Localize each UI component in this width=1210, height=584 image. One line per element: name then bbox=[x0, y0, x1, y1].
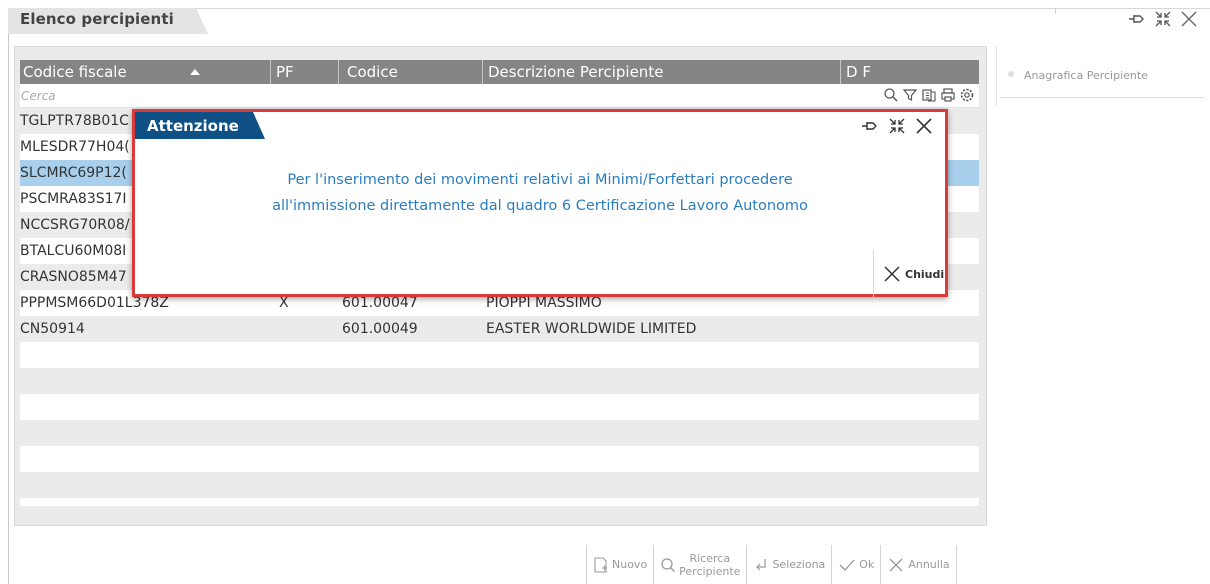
close-icon[interactable] bbox=[1180, 10, 1198, 28]
ricerca-percipiente-button[interactable]: Ricerca Percipiente bbox=[653, 545, 747, 584]
dialog-controls bbox=[861, 117, 933, 139]
ricerca-label-line2: Percipiente bbox=[679, 564, 741, 578]
ricerca-label-line1: Ricerca bbox=[689, 551, 731, 565]
sort-ascending-icon[interactable] bbox=[190, 69, 200, 75]
cell-codice-fiscale: SLCMRC69P12( bbox=[20, 165, 127, 181]
nuovo-label: Nuovo bbox=[612, 558, 648, 571]
cell-codice: 601.00047 bbox=[342, 295, 418, 311]
cell-codice: 601.00049 bbox=[342, 321, 418, 337]
cell-codice-fiscale: PSCMRA83S17I bbox=[20, 191, 127, 207]
column-separator[interactable] bbox=[338, 60, 339, 84]
dialog-message-line1: Per l'inserimento dei movimenti relativi… bbox=[287, 172, 793, 188]
cell-codice-fiscale: PPPMSM66D01L378Z bbox=[20, 295, 169, 311]
search-icon[interactable] bbox=[883, 87, 899, 103]
cell-descrizione: EASTER WORLDWIDE LIMITED bbox=[486, 321, 697, 337]
chiudi-label: Chiudi bbox=[905, 267, 945, 281]
annulla-label: Annulla bbox=[908, 558, 950, 571]
cell-descrizione: PIOPPI MASSIMO bbox=[486, 295, 602, 311]
attenzione-dialog: Attenzione Per l'inserimento dei movimen… bbox=[132, 109, 948, 297]
close-icon bbox=[884, 266, 900, 282]
cell-codice-fiscale: TGLPTR78B01C bbox=[20, 113, 129, 129]
ok-button[interactable]: Ok bbox=[831, 545, 881, 584]
empty-row bbox=[20, 420, 979, 446]
dialog-button-area: Chiudi bbox=[873, 250, 945, 297]
side-panel-border bbox=[996, 46, 997, 106]
filter-row bbox=[20, 84, 979, 108]
bottom-toolbar: Nuovo Ricerca Percipiente Seleziona Ok A… bbox=[586, 545, 957, 584]
empty-row bbox=[20, 472, 979, 498]
collapse-icon[interactable] bbox=[888, 117, 906, 139]
enter-icon bbox=[756, 558, 767, 570]
window-controls bbox=[1128, 10, 1198, 28]
dialog-message-line2: all'immissione direttamente dal quadro 6… bbox=[272, 198, 808, 214]
search-input[interactable] bbox=[21, 86, 861, 106]
empty-row bbox=[20, 368, 979, 394]
pin-icon[interactable] bbox=[861, 117, 879, 139]
seleziona-button[interactable]: Seleziona bbox=[746, 545, 832, 584]
column-header-codice[interactable]: Codice bbox=[347, 63, 398, 83]
print-icon[interactable] bbox=[940, 87, 956, 103]
settings-icon[interactable] bbox=[959, 87, 975, 103]
column-header-descrizione[interactable]: Descrizione Percipiente bbox=[488, 63, 663, 83]
close-icon bbox=[889, 558, 903, 571]
empty-row bbox=[20, 342, 979, 368]
filter-icon[interactable] bbox=[902, 87, 918, 103]
column-header-df[interactable]: D F bbox=[846, 63, 871, 83]
side-item-label: Anagrafica Percipiente bbox=[1024, 69, 1148, 82]
search-icon bbox=[661, 557, 676, 572]
seleziona-label: Seleziona bbox=[772, 558, 826, 571]
column-separator[interactable] bbox=[840, 60, 841, 84]
empty-row bbox=[20, 446, 979, 472]
dialog-message: Per l'inserimento dei movimenti relativi… bbox=[135, 167, 945, 219]
table-row[interactable]: CN50914 601.00049 EASTER WORLDWIDE LIMIT… bbox=[20, 316, 979, 342]
column-header-pf[interactable]: PF bbox=[276, 63, 294, 83]
annulla-button[interactable]: Annulla bbox=[880, 545, 957, 584]
column-header-codice-fiscale[interactable]: Codice fiscale bbox=[23, 63, 127, 83]
empty-row bbox=[20, 394, 979, 420]
cell-codice-fiscale: CN50914 bbox=[20, 321, 85, 337]
new-document-icon bbox=[594, 556, 607, 573]
bullet-icon bbox=[1008, 71, 1014, 77]
cell-codice-fiscale: CRASNO85M47 bbox=[20, 269, 127, 285]
checkmark-icon bbox=[839, 559, 855, 571]
side-item-anagrafica[interactable]: Anagrafica Percipiente bbox=[1000, 64, 1204, 98]
nuovo-button[interactable]: Nuovo bbox=[586, 545, 654, 584]
grid-tools bbox=[883, 87, 975, 103]
close-icon[interactable] bbox=[915, 117, 933, 139]
column-separator[interactable] bbox=[482, 60, 483, 84]
export-icon[interactable] bbox=[921, 87, 937, 103]
column-separator[interactable] bbox=[270, 60, 271, 84]
dialog-title: Attenzione bbox=[147, 117, 239, 135]
pin-icon[interactable] bbox=[1128, 10, 1146, 28]
cell-codice-fiscale: BTALCU60M08I bbox=[20, 243, 127, 259]
collapse-icon[interactable] bbox=[1154, 10, 1172, 28]
window-left-border bbox=[8, 8, 9, 584]
cell-pf: X bbox=[279, 295, 289, 311]
cell-codice-fiscale: NCCSRG70R08/ bbox=[20, 217, 130, 233]
grid-header: Codice fiscale PF Codice Descrizione Per… bbox=[20, 60, 979, 84]
window-title: Elenco percipienti bbox=[20, 10, 174, 28]
cell-codice-fiscale: MLESDR77H04( bbox=[20, 139, 130, 155]
top-separator bbox=[1055, 8, 1056, 14]
chiudi-button[interactable]: Chiudi bbox=[882, 264, 944, 284]
ok-label: Ok bbox=[859, 558, 875, 571]
